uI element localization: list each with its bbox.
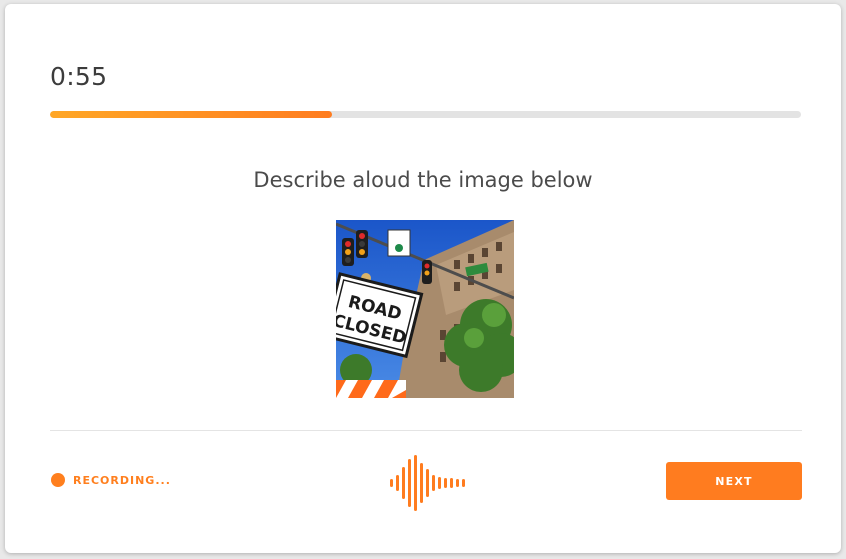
- recording-label: RECORDING...: [73, 473, 171, 487]
- progress-bar: [50, 111, 801, 118]
- progress-bar-fill: [50, 111, 332, 118]
- recording-dot-icon: [51, 473, 65, 487]
- recording-indicator: RECORDING...: [51, 473, 171, 487]
- prompt-photo: ROAD CLOSED: [336, 220, 514, 398]
- audio-waveform-icon: [390, 455, 465, 511]
- countdown-timer: 0:55: [50, 62, 108, 91]
- footer-divider: [50, 430, 802, 431]
- exercise-card: 0:55 Describe aloud the image below ROAD…: [5, 4, 841, 553]
- exercise-prompt: Describe aloud the image below: [253, 168, 593, 192]
- next-button[interactable]: NEXT: [666, 462, 802, 500]
